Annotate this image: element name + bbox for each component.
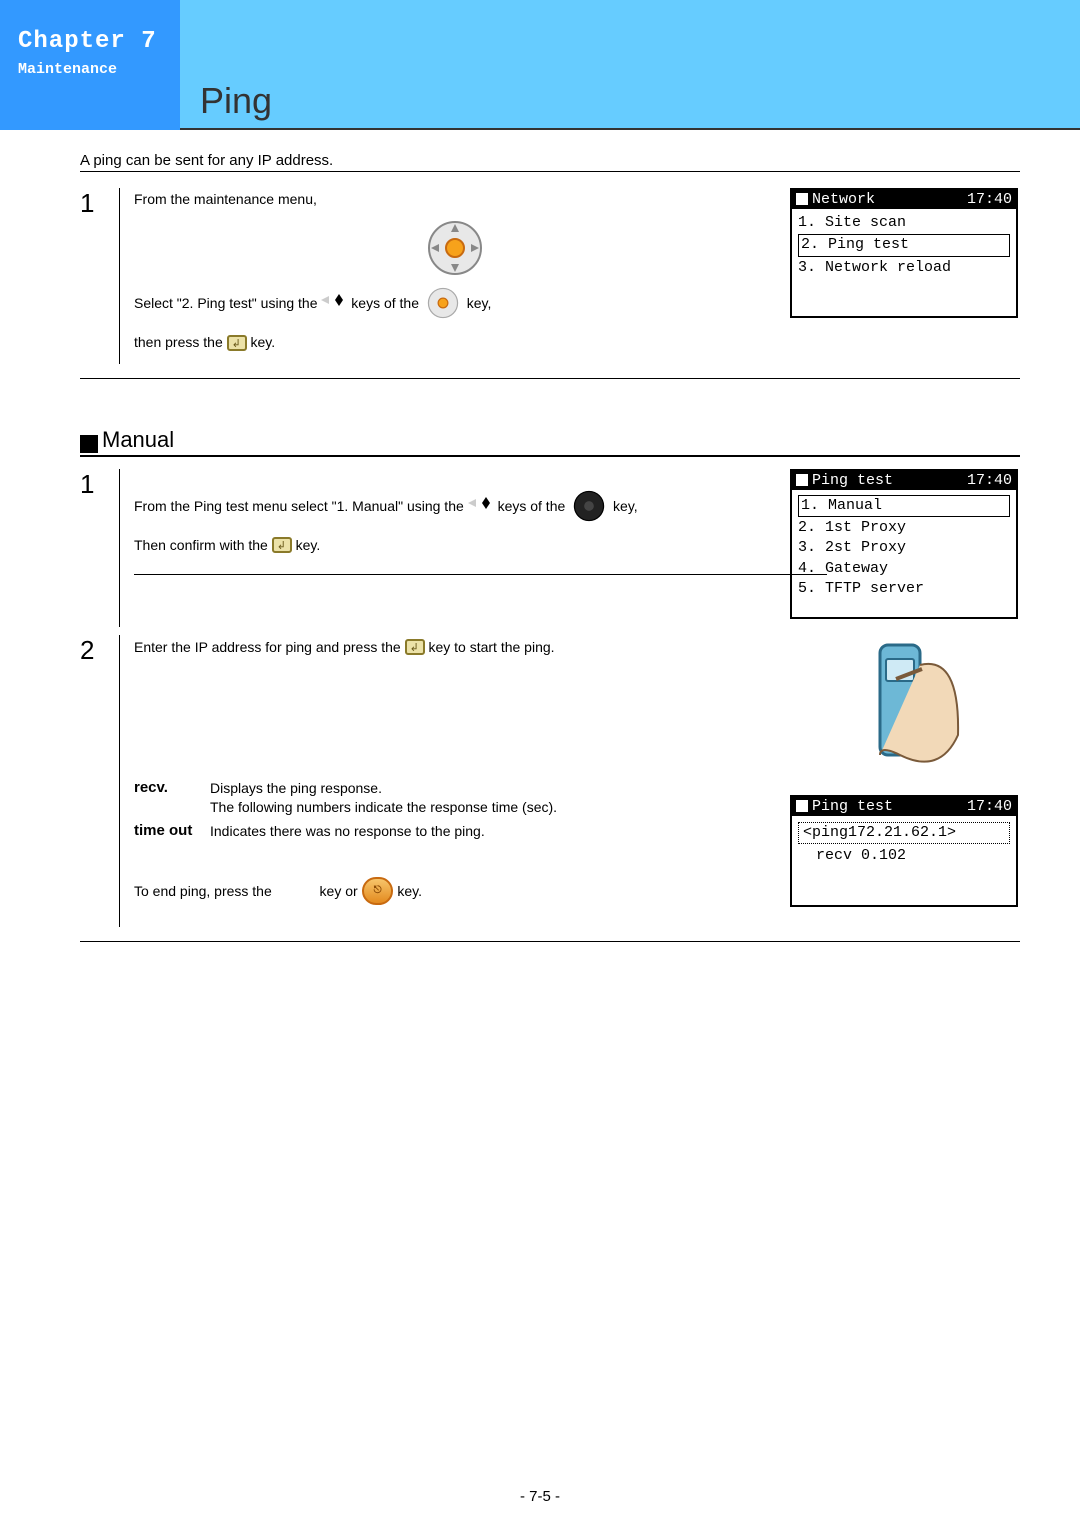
definition-recv: recv. Displays the ping response. The fo…	[134, 779, 776, 817]
page-header: Chapter 7 Maintenance Ping	[0, 0, 1080, 130]
step-line-3: then press the key.	[134, 330, 776, 353]
lcd-item-2: 2. 1st Proxy	[798, 519, 906, 536]
step-body: From the Ping test menu select "1. Manua…	[120, 469, 790, 627]
lcd-ping-result: Ping test 17:40 <ping172.21.62.1> recv 0…	[790, 795, 1018, 907]
step-number: 1	[80, 188, 111, 219]
step-number-col: 2	[80, 635, 120, 927]
page-footer: - 7-5 -	[0, 1488, 1080, 1505]
square-bullet-icon	[80, 435, 98, 453]
enter-key-icon	[272, 537, 292, 553]
lcd-title: Ping test	[812, 472, 893, 489]
chapter-subtitle: Maintenance	[18, 61, 170, 78]
lcd-item-1: 1. Site scan	[798, 214, 906, 231]
step-row-manual-1: 1 From the Ping test menu select "1. Man…	[80, 461, 1020, 627]
step-number: 2	[80, 635, 111, 666]
lcd-item-5: 5. TFTP server	[798, 580, 924, 597]
nav-pad-icon	[427, 220, 483, 276]
manual1-line1: From the Ping test menu select "1. Manua…	[134, 469, 776, 523]
lcd-title: Network	[812, 191, 875, 208]
def-desc-timeout: Indicates there was no response to the p…	[210, 822, 776, 841]
lcd-pingtest-menu: Ping test 17:40 1. Manual 2. 1st Proxy 3…	[790, 469, 1018, 619]
page-title: Ping	[200, 80, 272, 122]
section-heading-manual: Manual	[80, 427, 1020, 457]
chapter-block: Chapter 7 Maintenance	[0, 0, 180, 130]
inner-divider	[134, 574, 827, 575]
enter-key-icon	[405, 639, 425, 655]
def-term-timeout: time out	[134, 822, 210, 841]
enter-key-icon	[227, 335, 247, 351]
lcd-network-menu: Network 17:40 1. Site scan 2. Ping test …	[790, 188, 1018, 318]
step-row-top-1: 1 From the maintenance menu, Select "	[80, 180, 1020, 379]
content-area: A ping can be sent for any IP address. 1…	[0, 130, 1080, 942]
lcd-title: Ping test	[812, 798, 893, 815]
step-number-col: 1	[80, 469, 120, 627]
lcd-item-3: 3. Network reload	[798, 259, 951, 276]
definition-timeout: time out Indicates there was no response…	[134, 822, 776, 841]
step-screen-col: Network 17:40 1. Site scan 2. Ping test …	[790, 188, 1020, 364]
nav-pad-small-icon	[569, 489, 609, 523]
lcd-item-3: 3. 2st Proxy	[798, 539, 906, 556]
step-line-2: Select "2. Ping test" using the keys of …	[134, 286, 776, 320]
manual2-end-line: To end ping, press the key or ⎋ key.	[134, 877, 776, 905]
step-row-manual-2: 2 Enter the IP address for ping and pres…	[80, 627, 1020, 942]
up-down-keys-icon	[468, 496, 494, 516]
lcd-line-2: recv 0.102	[798, 847, 906, 864]
manual2-line1: Enter the IP address for ping and press …	[134, 635, 776, 658]
cancel-key-icon: ⎋	[362, 877, 394, 905]
def-desc-recv: Displays the ping response. The followin…	[210, 779, 776, 817]
phone-hand-illustration	[840, 635, 970, 785]
up-down-keys-icon	[321, 293, 347, 313]
step-screen-col: Ping test 17:40 1. Manual 2. 1st Proxy 3…	[790, 469, 1020, 627]
lcd-time: 17:40	[967, 472, 1012, 489]
manual1-line2: Then confirm with the key.	[134, 533, 776, 556]
step-number: 1	[80, 469, 111, 500]
step-body: Enter the IP address for ping and press …	[120, 635, 790, 927]
step-screen-col: Ping test 17:40 <ping172.21.62.1> recv 0…	[790, 635, 1020, 927]
lcd-item-2-selected: 2. Ping test	[798, 234, 1010, 256]
section-heading-text: Manual	[102, 427, 174, 453]
nav-pad-small-icon	[423, 286, 463, 320]
lcd-item-1-selected: 1. Manual	[798, 495, 1010, 517]
step-body: From the maintenance menu, Select "2. Pi…	[120, 188, 790, 364]
step-number-col: 1	[80, 188, 120, 364]
lcd-time: 17:40	[967, 798, 1012, 815]
lcd-time: 17:40	[967, 191, 1012, 208]
def-term-recv: recv.	[134, 779, 210, 817]
lcd-line-1: <ping172.21.62.1>	[798, 822, 1010, 844]
intro-text: A ping can be sent for any IP address.	[80, 152, 1020, 172]
chapter-title: Chapter 7	[18, 28, 170, 55]
step-line-1: From the maintenance menu,	[134, 188, 776, 210]
